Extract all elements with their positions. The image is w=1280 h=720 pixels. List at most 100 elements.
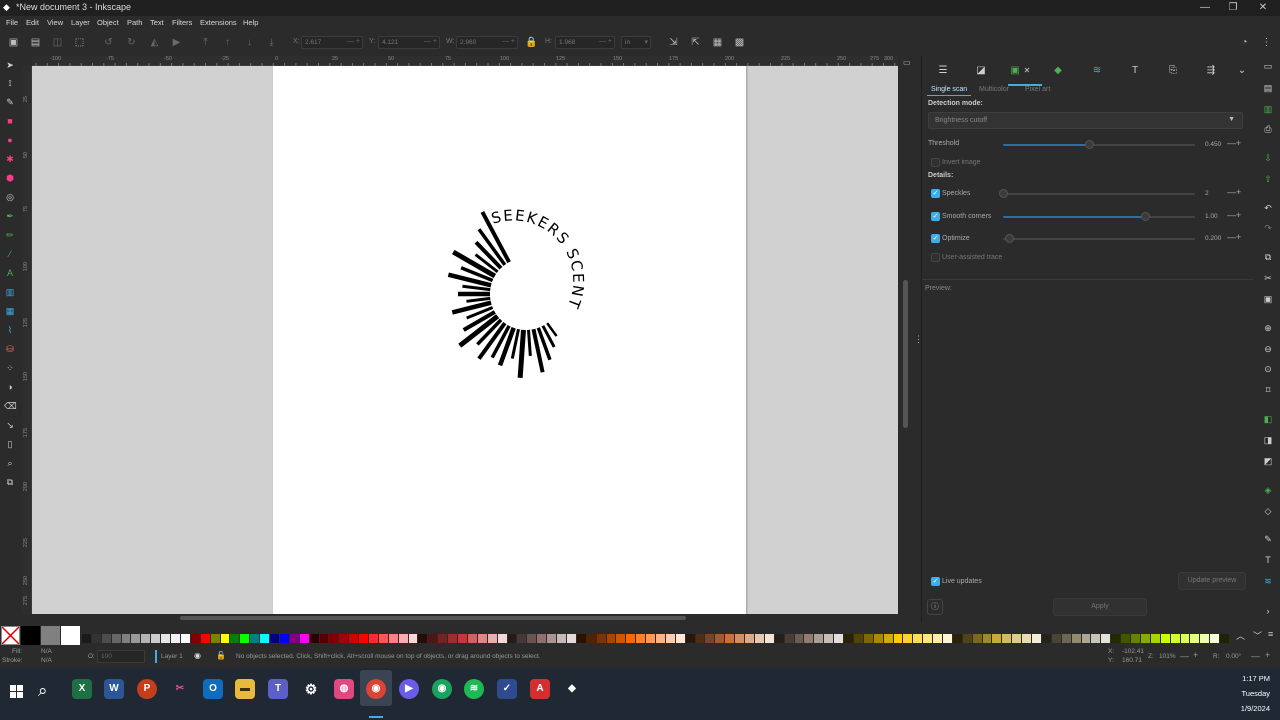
color-swatch[interactable] [952, 634, 962, 643]
color-swatch[interactable] [378, 634, 388, 643]
scale-stroke-icon[interactable]: ⇲ [667, 36, 680, 49]
color-swatch[interactable] [596, 634, 606, 643]
color-swatch[interactable] [299, 634, 309, 643]
move-patterns-icon[interactable]: ▩ [733, 36, 746, 49]
menu-extensions[interactable]: Extensions [200, 18, 237, 27]
color-swatch[interactable] [448, 634, 458, 643]
smooth-corners-checkbox[interactable]: ✓ [931, 212, 940, 221]
maximize-button[interactable]: ❐ [1218, 0, 1248, 16]
color-swatch[interactable] [992, 634, 1002, 643]
color-swatch[interactable] [972, 634, 982, 643]
color-swatch[interactable] [507, 634, 517, 643]
artwork-text[interactable]: SEEKERS SCENT [489, 206, 587, 312]
optimize-slider-knob[interactable] [1004, 234, 1014, 243]
color-swatch[interactable] [220, 634, 230, 643]
zoom-value[interactable]: 101% [1159, 653, 1176, 660]
color-swatch[interactable] [1200, 634, 1210, 643]
color-swatch[interactable] [240, 634, 250, 643]
rotate-cw-icon[interactable]: ↻ [125, 36, 138, 49]
color-swatch[interactable] [1071, 634, 1081, 643]
color-swatch[interactable] [784, 634, 794, 643]
menu-file[interactable]: File [6, 18, 18, 27]
pencil-tool-icon[interactable]: ✏ [4, 229, 16, 241]
color-swatch[interactable] [21, 626, 40, 645]
color-swatch[interactable] [270, 634, 279, 643]
flip-vertical-icon[interactable]: ▶ [170, 36, 183, 49]
lock-icon[interactable]: 🔓 [216, 651, 226, 660]
live-updates-checkbox[interactable]: ✓ [931, 577, 940, 586]
deselect-icon[interactable]: ◫ [51, 36, 64, 49]
color-swatch[interactable] [1091, 634, 1101, 643]
star-tool-icon[interactable]: ✱ [4, 153, 16, 165]
clock-date[interactable]: 1/9/2024 [1220, 704, 1270, 713]
layers-tab-icon[interactable]: ≋ [1090, 64, 1104, 78]
color-swatch[interactable] [834, 634, 844, 643]
horizontal-ruler[interactable]: -100 -75 -50 -25 0 25 50 75 100 125 150 … [32, 56, 898, 66]
measure-tool-icon[interactable]: ⧉ [4, 476, 16, 488]
scale-corners-icon[interactable]: ⇱ [689, 36, 702, 49]
color-swatch[interactable] [497, 634, 507, 643]
redo-icon[interactable]: ↷ [1262, 222, 1274, 234]
text-font-tab-icon[interactable]: T [1128, 64, 1142, 78]
transform-tab-icon[interactable]: ◆ [1051, 64, 1065, 78]
color-swatch[interactable] [1101, 634, 1111, 643]
open-icon[interactable]: ▤ [1262, 82, 1274, 94]
snipping-tool-app-icon[interactable]: ✂ [170, 679, 190, 699]
calligraphy-tool-icon[interactable]: ⁄ [4, 248, 16, 260]
zoom-selection-icon[interactable]: ⊕ [1262, 322, 1274, 334]
color-swatch[interactable] [1032, 634, 1041, 643]
pen-tool-icon[interactable]: ✒ [4, 210, 16, 222]
copy-icon[interactable]: ⧉ [1262, 251, 1274, 263]
menu-path[interactable]: Path [127, 18, 142, 27]
info-icon[interactable]: ⓘ [927, 599, 943, 615]
color-swatch[interactable] [923, 634, 933, 643]
color-swatch[interactable] [1121, 634, 1131, 643]
user-assisted-trace-checkbox[interactable] [931, 253, 940, 262]
color-swatch[interactable] [398, 634, 408, 643]
optimize-value[interactable]: 0.200 [1205, 235, 1221, 242]
speckles-plus-button[interactable]: + [1236, 187, 1241, 197]
color-swatch[interactable] [1002, 634, 1012, 643]
menu-edit[interactable]: Edit [26, 18, 39, 27]
color-swatch[interactable] [814, 634, 824, 643]
color-swatch[interactable] [61, 626, 80, 645]
color-swatch[interactable] [903, 634, 913, 643]
color-swatch[interactable] [339, 634, 349, 643]
color-swatch[interactable] [626, 634, 636, 643]
color-swatch[interactable] [210, 634, 220, 643]
color-swatch[interactable] [329, 634, 339, 643]
horizontal-scroll-thumb[interactable] [180, 616, 686, 620]
tweak-tool-icon[interactable]: ✎ [4, 96, 16, 108]
smooth-corners-slider-knob[interactable] [1141, 212, 1151, 221]
zoom-out-button[interactable]: — [1180, 651, 1189, 661]
video-app-icon[interactable]: ▶ [399, 679, 419, 699]
color-swatch[interactable] [824, 634, 834, 643]
color-swatch[interactable] [527, 634, 537, 643]
inkscape-app-icon[interactable]: ◆ [562, 679, 582, 699]
3d-box-tool-icon[interactable]: ⬢ [4, 172, 16, 184]
color-swatch[interactable] [1111, 634, 1121, 643]
color-swatch[interactable] [913, 634, 923, 643]
new-document-icon[interactable]: ▭ [1262, 60, 1274, 72]
color-swatch[interactable] [606, 634, 616, 643]
spray-tool-icon[interactable]: ⁘ [4, 362, 16, 374]
color-swatch[interactable] [794, 634, 804, 643]
unit-select[interactable]: in ▾ [621, 36, 651, 49]
color-swatch[interactable] [91, 634, 101, 643]
menu-view[interactable]: View [47, 18, 63, 27]
zoom-drawing-icon[interactable]: ⊖ [1262, 343, 1274, 355]
color-swatch[interactable] [200, 634, 210, 643]
color-swatch[interactable] [1022, 634, 1032, 643]
height-input[interactable]: 1.968— + [555, 36, 615, 49]
color-swatch[interactable] [171, 634, 180, 643]
raise-to-top-icon[interactable]: ⤒ [199, 36, 212, 49]
select-all-icon[interactable]: ▣ [7, 36, 20, 49]
color-swatch[interactable] [873, 634, 883, 643]
color-swatch[interactable] [369, 634, 378, 643]
clock-time[interactable]: 1:17 PM [1220, 674, 1270, 683]
tab-multicolor[interactable]: Multicolor [979, 86, 1009, 93]
color-swatch[interactable] [477, 634, 487, 643]
color-swatch[interactable] [1081, 634, 1091, 643]
undo-icon[interactable]: ↶ [1262, 202, 1274, 214]
color-swatch[interactable] [121, 634, 131, 643]
